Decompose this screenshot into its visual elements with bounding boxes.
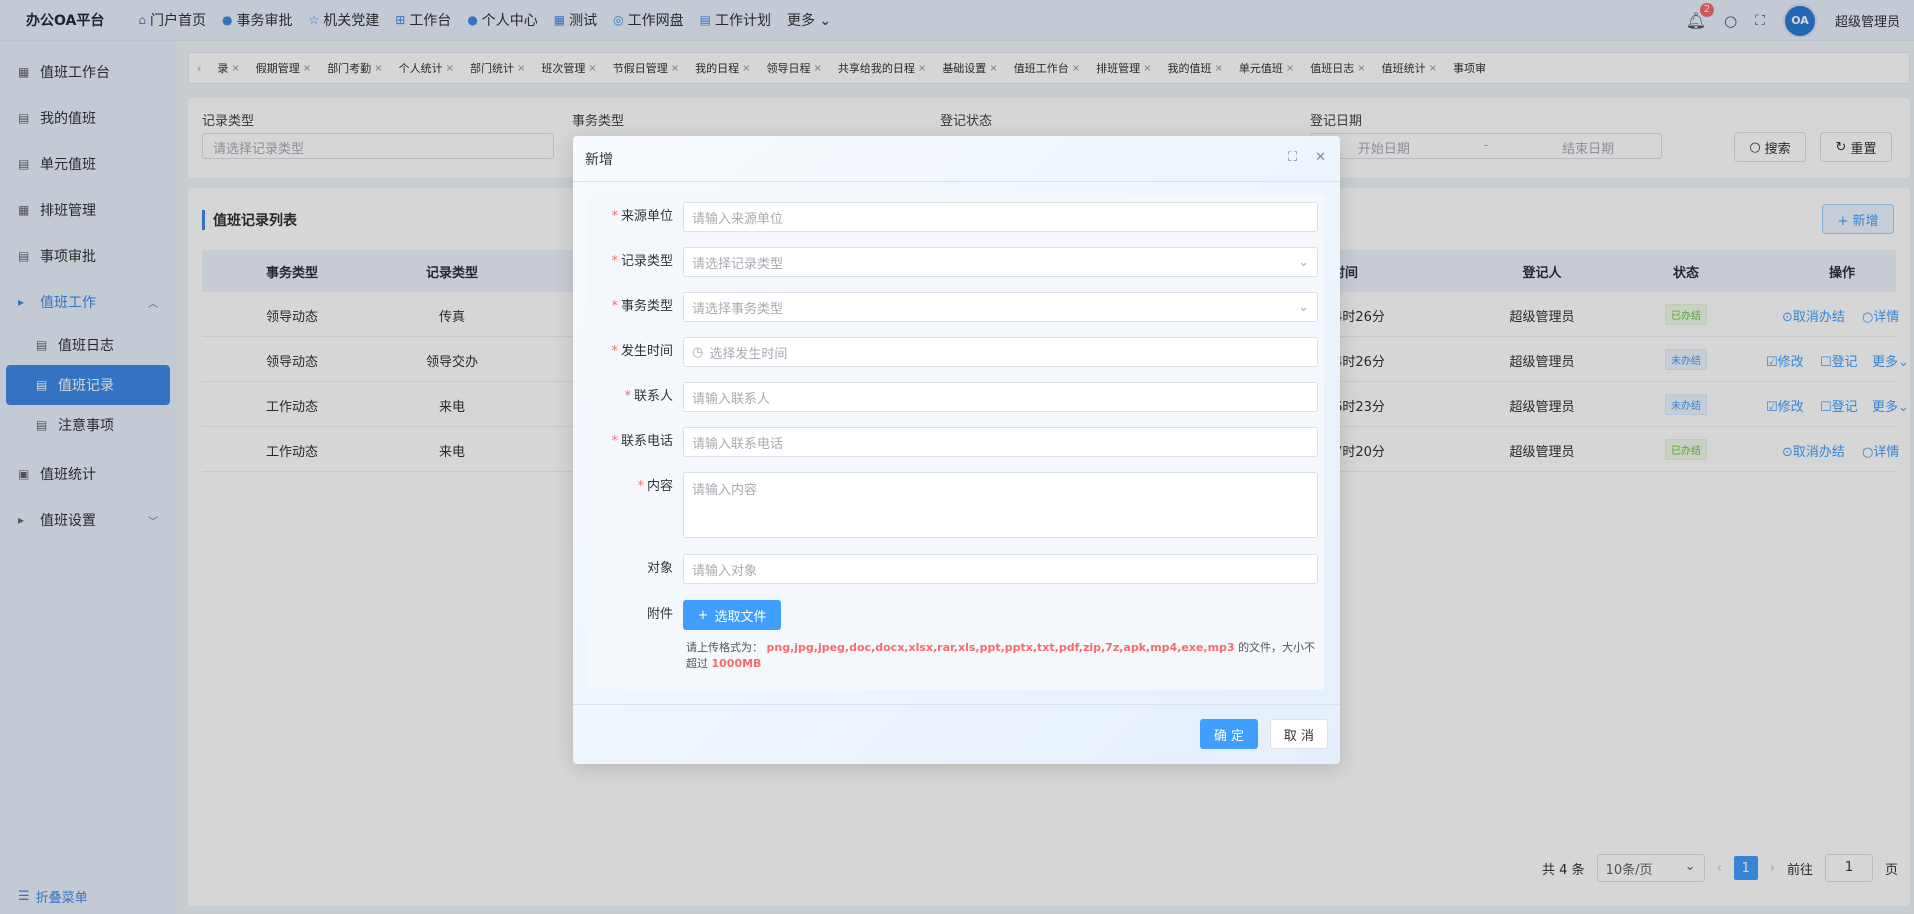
close-icon[interactable]: ✕ bbox=[1315, 150, 1326, 165]
form-row-record-type: * 记录类型 请选择记录类型 ⌄ bbox=[587, 247, 1324, 277]
contact-input[interactable]: 请输入联系人 bbox=[683, 382, 1318, 412]
phone-input[interactable]: 请输入联系电话 bbox=[683, 427, 1318, 457]
clock-icon: ◷ bbox=[692, 344, 704, 360]
form-row-occur-time: * 发生时间 ◷ 选择发生时间 bbox=[587, 337, 1324, 367]
record-type-select[interactable]: 请选择记录类型 ⌄ bbox=[683, 247, 1318, 277]
plus-icon: + bbox=[697, 607, 709, 623]
form-row-contact: * 联系人 请输入联系人 bbox=[587, 382, 1324, 412]
confirm-button[interactable]: 确 定 bbox=[1200, 719, 1258, 749]
form-row-content: * 内容 请输入内容 bbox=[587, 472, 1324, 538]
select-file-button[interactable]: + 选取文件 bbox=[683, 600, 781, 630]
add-dialog: 新增 ⛶ ✕ * 来源单位 请输入来源单位 * 记录类型 请选择记录类型 ⌄ * 事务类… bbox=[573, 136, 1340, 764]
dialog-title: 新增 bbox=[585, 151, 613, 168]
content-textarea[interactable]: 请输入内容 bbox=[683, 472, 1318, 538]
cancel-button[interactable]: 取 消 bbox=[1270, 719, 1328, 749]
source-unit-input[interactable]: 请输入来源单位 bbox=[683, 202, 1318, 232]
form-row-target: 对象 请输入对象 bbox=[587, 554, 1324, 584]
form-row-attachment: 附件 + 选取文件 bbox=[587, 600, 1324, 630]
form-row-source-unit: * 来源单位 请输入来源单位 bbox=[587, 202, 1324, 232]
dialog-body: * 来源单位 请输入来源单位 * 记录类型 请选择记录类型 ⌄ * 事务类型 请选择事务… bbox=[587, 194, 1324, 690]
dialog-header: 新增 ⛶ ✕ bbox=[573, 136, 1340, 182]
maximize-icon[interactable]: ⛶ bbox=[1288, 150, 1297, 165]
form-row-phone: * 联系电话 请输入联系电话 bbox=[587, 427, 1324, 457]
form-row-affair-type: * 事务类型 请选择事务类型 ⌄ bbox=[587, 292, 1324, 322]
occur-time-picker[interactable]: ◷ 选择发生时间 bbox=[683, 337, 1318, 367]
upload-tip: 请上传格式为： png,jpg,jpeg,doc,docx,xlsx,rar,x… bbox=[686, 641, 1316, 670]
chevron-down-icon: ⌄ bbox=[1298, 254, 1309, 270]
target-input[interactable]: 请输入对象 bbox=[683, 554, 1318, 584]
dialog-footer: 确 定 取 消 bbox=[573, 704, 1340, 764]
affair-type-select[interactable]: 请选择事务类型 ⌄ bbox=[683, 292, 1318, 322]
chevron-down-icon: ⌄ bbox=[1298, 299, 1309, 315]
